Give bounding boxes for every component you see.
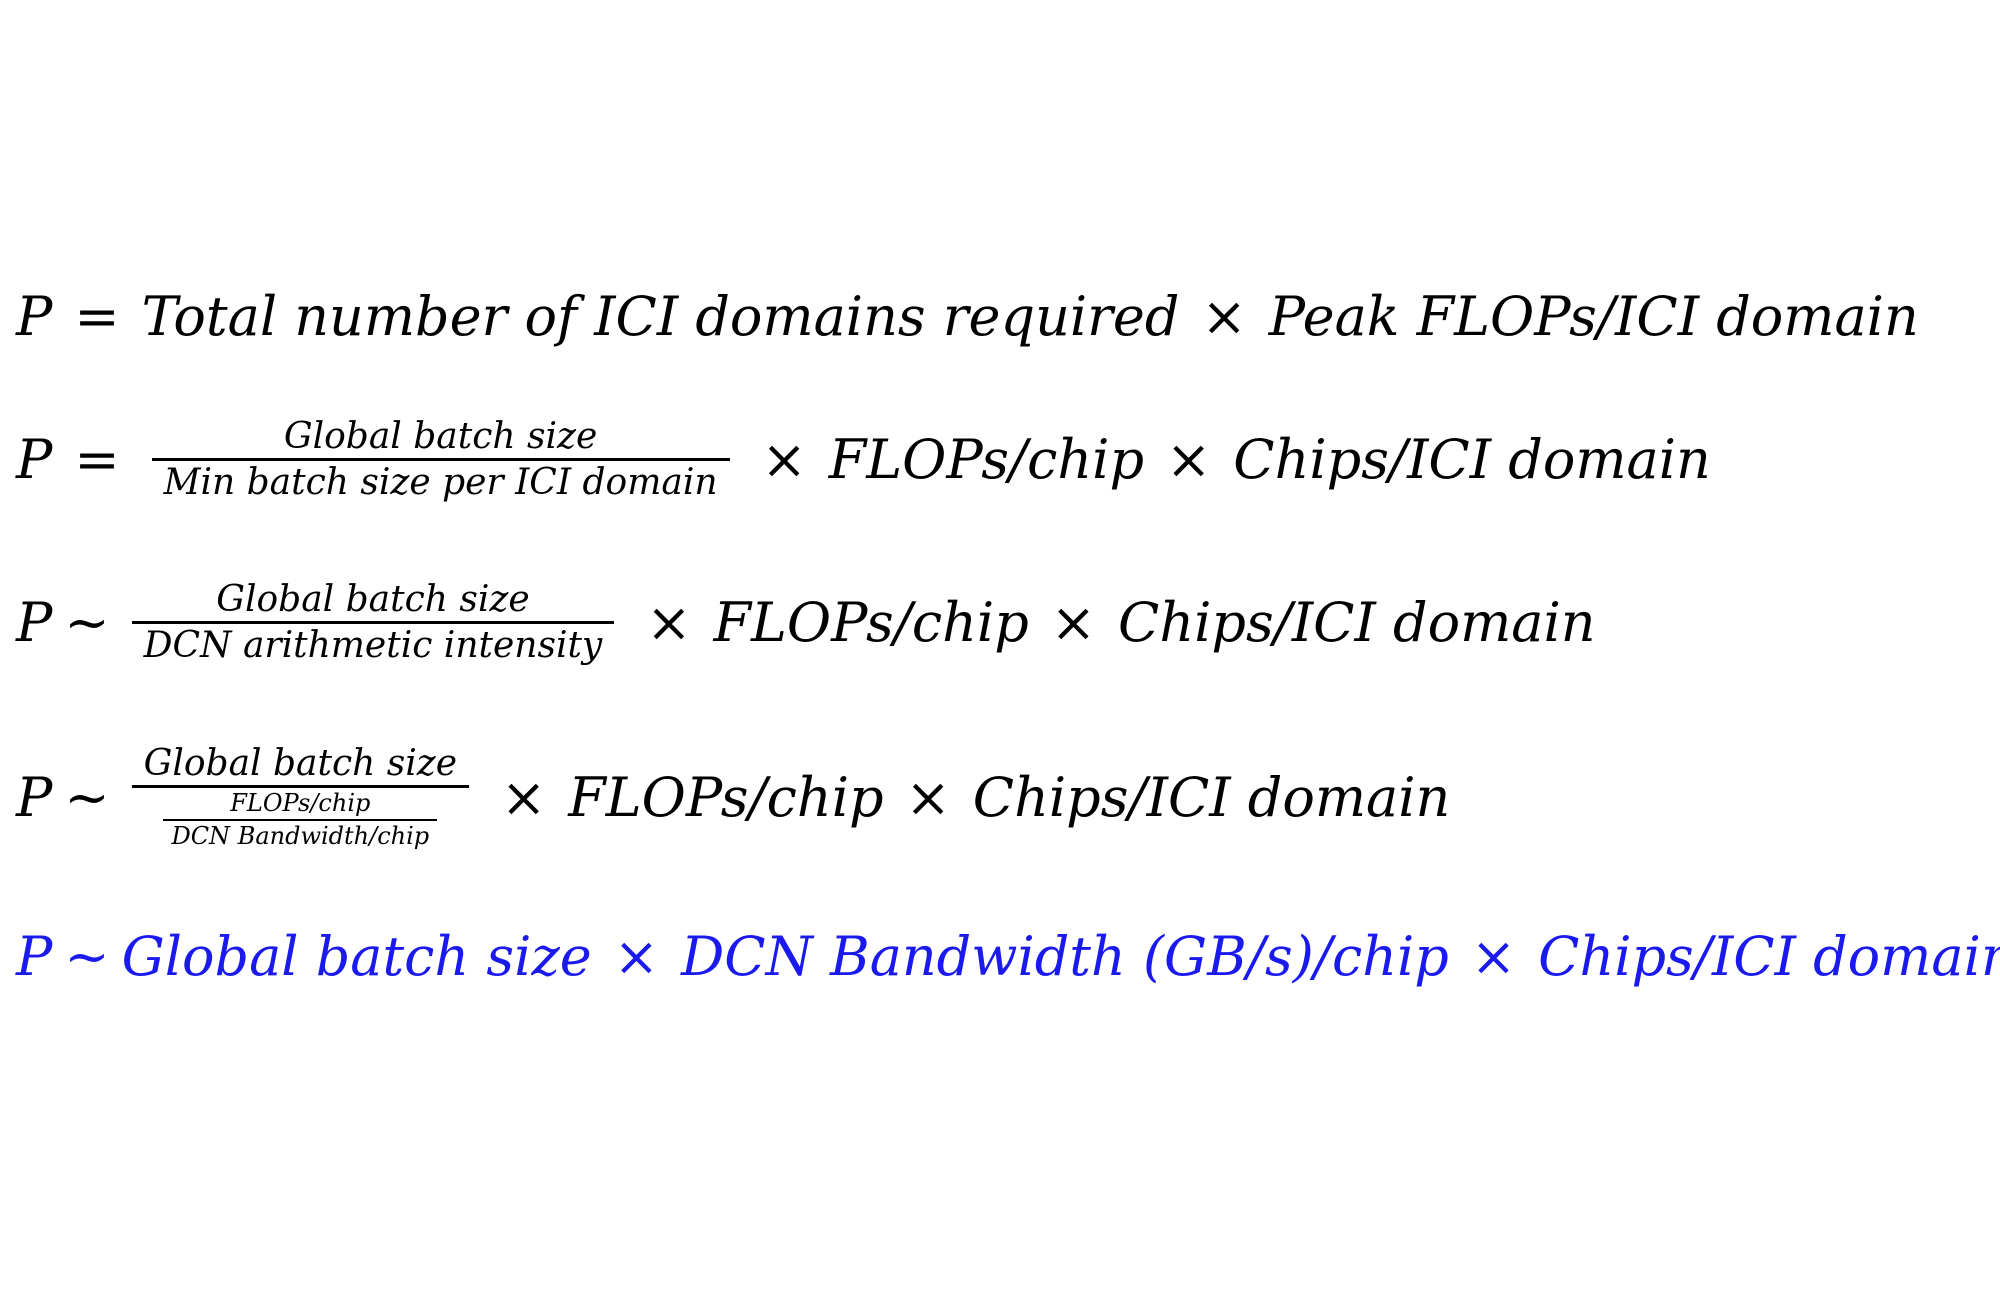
term: DCN Bandwidth (GB/s)/chip [681, 925, 1449, 988]
equation-5-highlighted: P ~ Global batch size × DCN Bandwidth (G… [16, 925, 2000, 988]
fraction: Global batch size Min batch size per ICI… [151, 415, 730, 504]
denominator: Min batch size per ICI domain [163, 462, 718, 504]
term: Total number of ICI domains required [141, 285, 1180, 348]
equation-1: P = Total number of ICI domains required… [16, 285, 1919, 348]
lhs: P [16, 591, 53, 655]
fraction: Global batch size DCN arithmetic intensi… [131, 578, 615, 667]
times-sign: × [1470, 925, 1517, 988]
equals-sign: = [74, 428, 120, 492]
tilde-sign: ~ [64, 925, 110, 988]
tilde-sign: ~ [64, 591, 110, 655]
times-sign: × [1050, 591, 1097, 655]
numerator: Global batch size [143, 743, 458, 784]
fraction: Global batch size FLOPs/chip DCN Bandwid… [131, 742, 470, 853]
term: Chips/ICI domain [1118, 591, 1596, 655]
equals-sign: = [74, 285, 120, 348]
lhs: P [16, 925, 53, 988]
times-sign: × [501, 765, 547, 829]
equation-2: P = Global batch size Min batch size per… [16, 415, 1711, 504]
term: Chips/ICI domain [1538, 925, 2000, 988]
nested-denominator: DCN Bandwidth/chip [171, 822, 430, 851]
term: FLOPs/chip [713, 591, 1029, 655]
times-sign: × [1166, 428, 1212, 492]
equation-3: P ~ Global batch size DCN arithmetic int… [16, 578, 1596, 667]
denominator: DCN arithmetic intensity [143, 625, 603, 667]
numerator: Global batch size [283, 416, 598, 457]
lhs: P [16, 765, 53, 829]
times-sign: × [613, 925, 659, 988]
times-sign: × [761, 428, 807, 492]
term: Peak FLOPs/ICI domain [1268, 285, 1919, 348]
term: Chips/ICI domain [972, 765, 1451, 829]
lhs: P [16, 428, 53, 492]
term: FLOPs/chip [828, 428, 1145, 492]
times-sign: × [905, 765, 951, 829]
term: Chips/ICI domain [1233, 428, 1711, 492]
nested-fraction: FLOPs/chip DCN Bandwidth/chip [163, 788, 438, 852]
tilde-sign: ~ [64, 765, 110, 829]
times-sign: × [646, 591, 692, 655]
term: Global batch size [121, 925, 592, 988]
term: FLOPs/chip [568, 765, 884, 829]
equation-4: P ~ Global batch size FLOPs/chip DCN Ban… [16, 742, 1450, 853]
numerator: Global batch size [216, 579, 530, 620]
times-sign: × [1201, 285, 1247, 348]
nested-numerator: FLOPs/chip [230, 789, 371, 818]
lhs: P [16, 285, 53, 348]
